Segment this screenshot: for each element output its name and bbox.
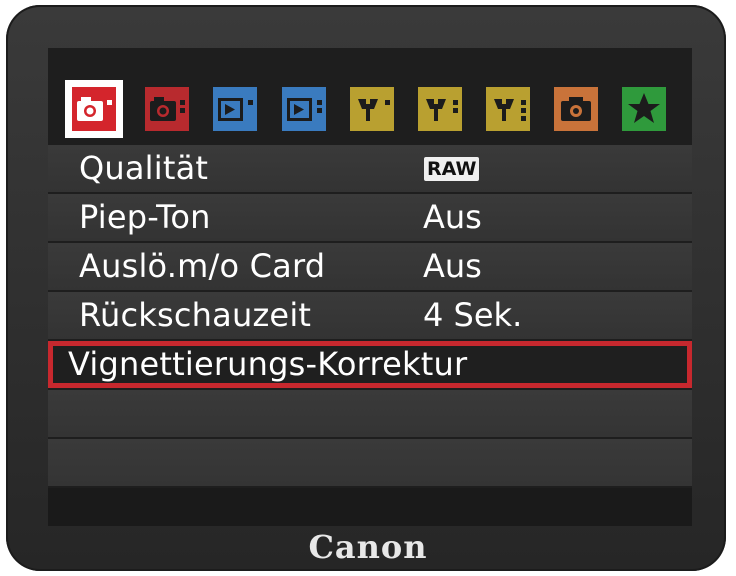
tab-setup-2[interactable] <box>411 80 469 138</box>
empty-menu-row <box>48 390 692 437</box>
menu-item-vignetting-correction[interactable]: Vignettierungs-Korrektur <box>48 341 692 388</box>
menu-tab-bar <box>48 80 692 138</box>
menu-item-value: Aus <box>423 247 482 285</box>
menu-item-label: Qualität <box>79 149 209 187</box>
menu-item-value: 4 Sek. <box>423 296 523 334</box>
wrench-icon <box>486 87 530 131</box>
tab-setup-1[interactable] <box>343 80 401 138</box>
tab-shooting-2[interactable] <box>138 80 196 138</box>
menu-list: Qualität RAW Piep-Ton Aus Auslö.m/o Card… <box>48 145 692 488</box>
tab-setup-3[interactable] <box>479 80 537 138</box>
camera-bezel: Qualität RAW Piep-Ton Aus Auslö.m/o Card… <box>6 5 726 571</box>
star-icon <box>622 87 666 131</box>
playback-icon <box>213 87 257 131</box>
menu-item-label: Rückschauzeit <box>79 296 312 334</box>
tab-my-menu[interactable] <box>615 80 673 138</box>
menu-item-label: Auslö.m/o Card <box>79 247 326 285</box>
lcd-screen: Qualität RAW Piep-Ton Aus Auslö.m/o Card… <box>48 48 692 526</box>
empty-menu-row <box>48 439 692 486</box>
screen-bottom-strip <box>48 488 692 526</box>
tab-shooting-1[interactable] <box>65 80 123 138</box>
custom-camera-icon <box>554 87 598 131</box>
menu-item-value: Aus <box>423 198 482 236</box>
wrench-icon <box>350 87 394 131</box>
playback-icon <box>282 87 326 131</box>
camera-icon <box>145 87 189 131</box>
tab-playback-2[interactable] <box>275 80 333 138</box>
menu-item-review-time[interactable]: Rückschauzeit 4 Sek. <box>48 292 692 339</box>
wrench-icon <box>418 87 462 131</box>
menu-item-beep[interactable]: Piep-Ton Aus <box>48 194 692 241</box>
brand-logo: Canon <box>308 528 428 566</box>
quality-raw-badge: RAW <box>424 157 480 181</box>
camera-icon <box>72 87 116 131</box>
menu-item-label: Piep-Ton <box>79 198 211 236</box>
tab-playback-1[interactable] <box>206 80 264 138</box>
menu-item-quality[interactable]: Qualität RAW <box>48 145 692 192</box>
menu-item-release-without-card[interactable]: Auslö.m/o Card Aus <box>48 243 692 290</box>
tab-custom-functions[interactable] <box>547 80 605 138</box>
menu-item-label: Vignettierungs-Korrektur <box>68 345 468 383</box>
